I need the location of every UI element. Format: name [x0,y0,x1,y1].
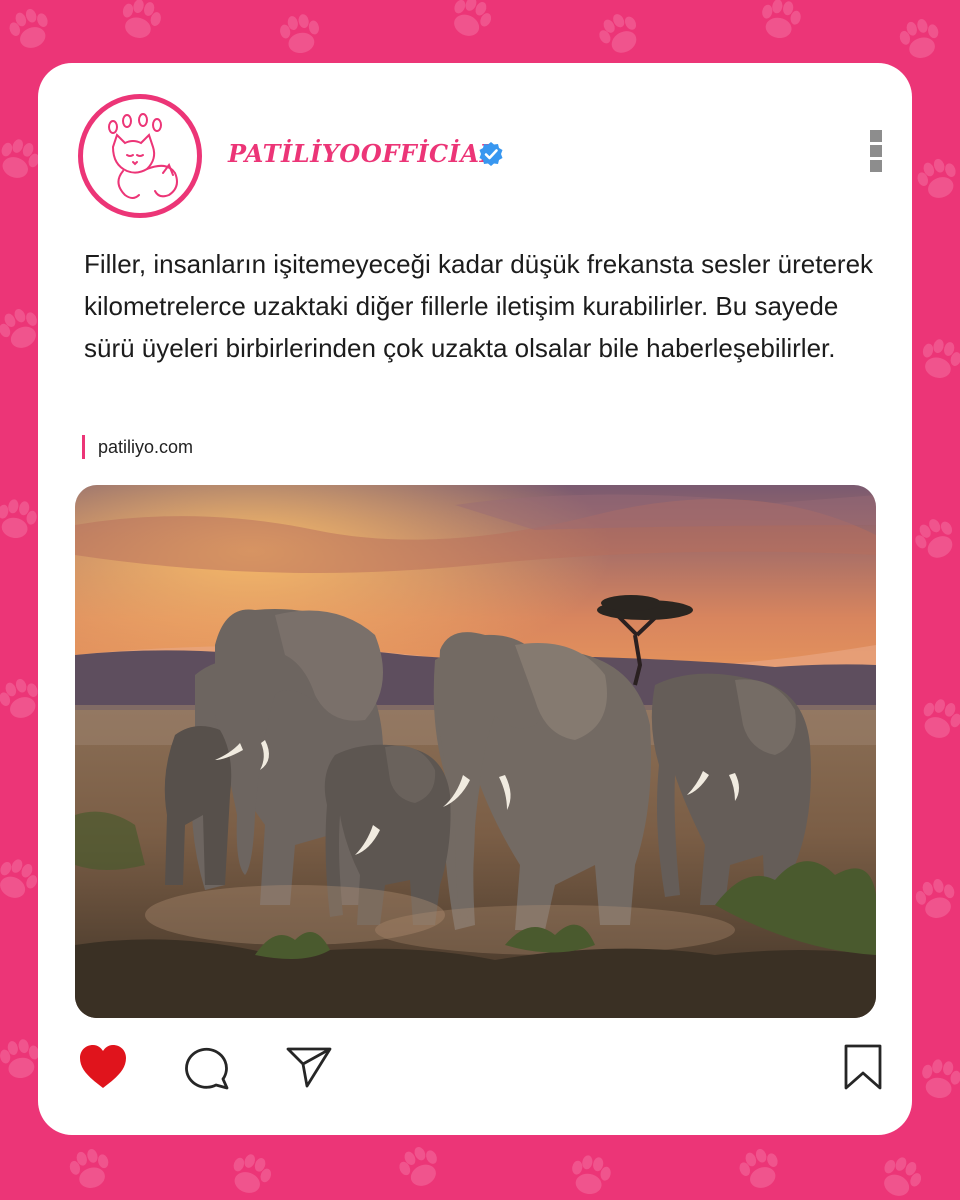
more-vertical-icon[interactable] [870,130,884,175]
verified-badge-icon [479,142,503,166]
heart-icon[interactable] [78,1044,128,1090]
avatar[interactable] [78,94,202,218]
comment-bubble-icon[interactable] [183,1044,231,1092]
post-photo [75,485,876,1018]
post-card: PATİLİYOOFFİCİAL Filler, insanların işit… [38,63,912,1135]
send-paper-plane-icon[interactable] [285,1045,333,1089]
username[interactable]: PATİLİYOOFFİCİAL [228,139,497,168]
source-link[interactable]: patiliyo.com [82,435,193,459]
bookmark-icon[interactable] [842,1043,884,1091]
post-caption: Filler, insanların işitemeyeceği kadar d… [84,249,874,363]
cat-dog-paw-logo-icon [108,113,178,199]
